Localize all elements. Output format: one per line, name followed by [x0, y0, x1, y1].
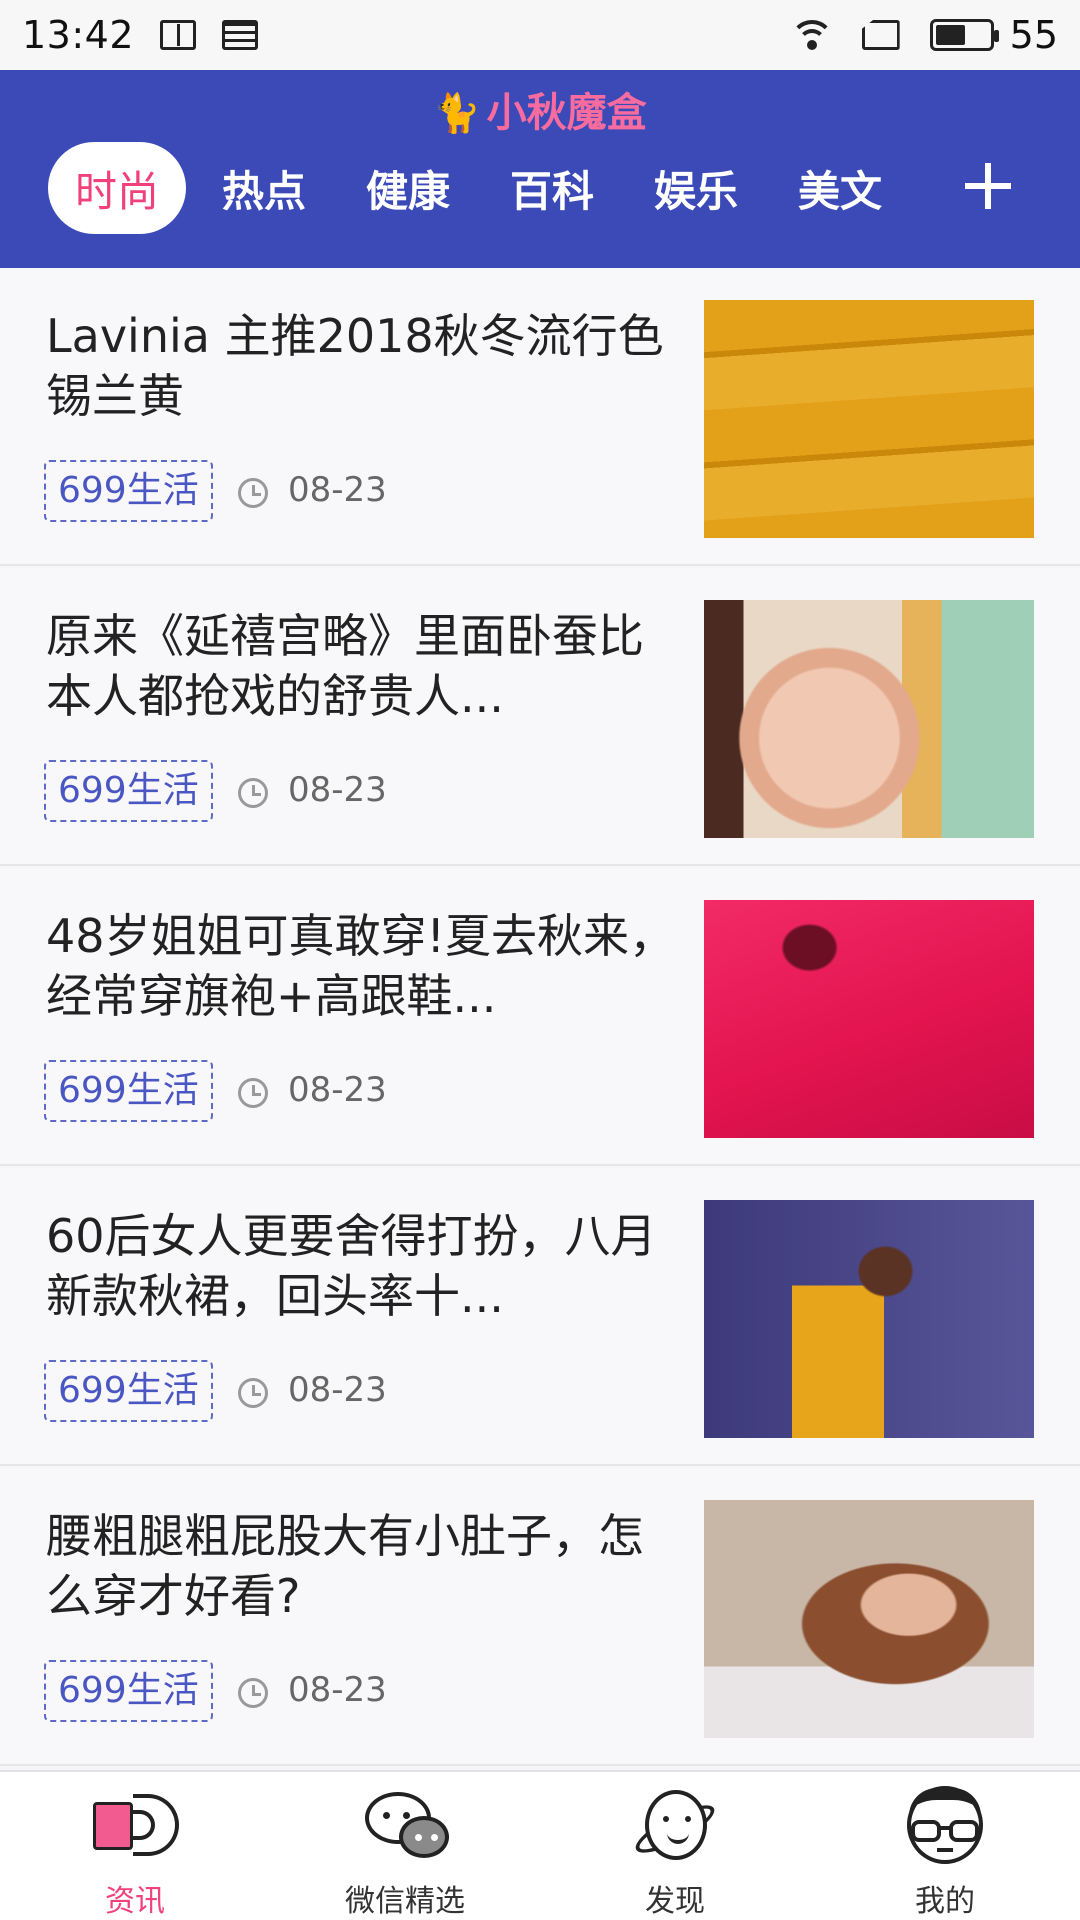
wifi-icon: [789, 18, 834, 52]
article-date: 08-23: [288, 1370, 387, 1410]
battery-icon: [929, 19, 999, 51]
source-tag: 699生活: [44, 460, 213, 522]
face-glasses-icon: [899, 1786, 991, 1866]
nav-news[interactable]: 资讯: [0, 1772, 270, 1920]
news-icon: [222, 20, 259, 50]
bottom-nav: 资讯 微信精选 发现 我的: [0, 1770, 1080, 1920]
source-tag: 699生活: [44, 1660, 213, 1722]
article-thumbnail: [704, 900, 1034, 1138]
article-date: 08-23: [288, 1070, 387, 1110]
tab-hot[interactable]: 热点: [192, 142, 336, 234]
source-tag: 699生活: [44, 1360, 213, 1422]
article-title: 腰粗腿粗屁股大有小肚子，怎么穿才好看?: [46, 1509, 644, 1623]
status-indicators: 55: [789, 13, 1058, 57]
clock-icon: [238, 778, 268, 808]
nav-wechat-picks[interactable]: 微信精选: [270, 1772, 540, 1920]
status-bar: 13:42 55: [0, 0, 1080, 70]
nav-me[interactable]: 我的: [810, 1772, 1080, 1920]
article-card[interactable]: 48岁姐姐可真敢穿!夏去秋来，经常穿旗袍+高跟鞋... 699生活 08-23: [0, 868, 1080, 1166]
tab-encyclopedia[interactable]: 百科: [480, 142, 624, 234]
clock-icon: [238, 1678, 268, 1708]
clock-icon: [238, 478, 268, 508]
tab-entertainment[interactable]: 娱乐: [624, 142, 768, 234]
article-card[interactable]: Lavinia 主推2018秋冬流行色锡兰黄 699生活 08-23: [0, 268, 1080, 566]
app-header: 🐈 小秋魔盒 时尚 热点 健康 百科 娱乐 美文: [0, 70, 1080, 268]
article-thumbnail: [704, 300, 1034, 538]
article-thumbnail: [704, 600, 1034, 838]
article-date: 08-23: [288, 770, 387, 810]
tab-fashion[interactable]: 时尚: [48, 142, 186, 234]
nav-label: 我的: [915, 1884, 975, 1919]
clock-icon: [238, 1378, 268, 1408]
article-card[interactable]: 60后女人更要舍得打扮，八月新款秋裙，回头率十... 699生活 08-23: [0, 1168, 1080, 1466]
clock-icon: [238, 1078, 268, 1108]
speaker-icon: [89, 1786, 181, 1866]
article-thumbnail: [704, 1200, 1034, 1438]
source-tag: 699生活: [44, 760, 213, 822]
planet-icon: [629, 1786, 721, 1866]
battery-level: 55: [1009, 13, 1058, 57]
add-tab-button[interactable]: [940, 138, 1036, 234]
cat-icon: 🐈: [433, 90, 481, 135]
plus-icon: [965, 163, 1011, 209]
source-tag: 699生活: [44, 1060, 213, 1122]
sim-icon: [861, 20, 900, 50]
app-logo: 🐈 小秋魔盒: [0, 80, 1080, 138]
article-date: 08-23: [288, 470, 387, 510]
reader-icon: [160, 20, 197, 50]
status-time: 13:42: [22, 13, 135, 57]
nav-label: 资讯: [105, 1884, 165, 1919]
article-feed[interactable]: Lavinia 主推2018秋冬流行色锡兰黄 699生活 08-23 原来《延禧…: [0, 268, 1080, 1770]
nav-discover[interactable]: 发现: [540, 1772, 810, 1920]
article-card[interactable]: 原来《延禧宫略》里面卧蚕比本人都抢戏的舒贵人... 699生活 08-23: [0, 568, 1080, 866]
nav-label: 发现: [645, 1884, 705, 1919]
logo-text: 小秋魔盒: [486, 89, 647, 136]
wechat-icon: [359, 1786, 451, 1866]
tab-health[interactable]: 健康: [336, 142, 480, 234]
article-title: Lavinia 主推2018秋冬流行色锡兰黄: [46, 309, 664, 423]
article-title: 原来《延禧宫略》里面卧蚕比本人都抢戏的舒贵人...: [46, 609, 644, 723]
article-title: 48岁姐姐可真敢穿!夏去秋来，经常穿旗袍+高跟鞋...: [46, 909, 675, 1023]
article-date: 08-23: [288, 1670, 387, 1710]
nav-label: 微信精选: [345, 1884, 465, 1919]
tab-essays[interactable]: 美文: [768, 142, 912, 234]
category-tabs: 时尚 热点 健康 百科 娱乐 美文: [48, 140, 1080, 236]
battery-fill: [935, 25, 965, 45]
article-card[interactable]: 腰粗腿粗屁股大有小肚子，怎么穿才好看? 699生活 08-23: [0, 1468, 1080, 1766]
article-thumbnail: [704, 1500, 1034, 1738]
article-title: 60后女人更要舍得打扮，八月新款秋裙，回头率十...: [46, 1209, 657, 1323]
